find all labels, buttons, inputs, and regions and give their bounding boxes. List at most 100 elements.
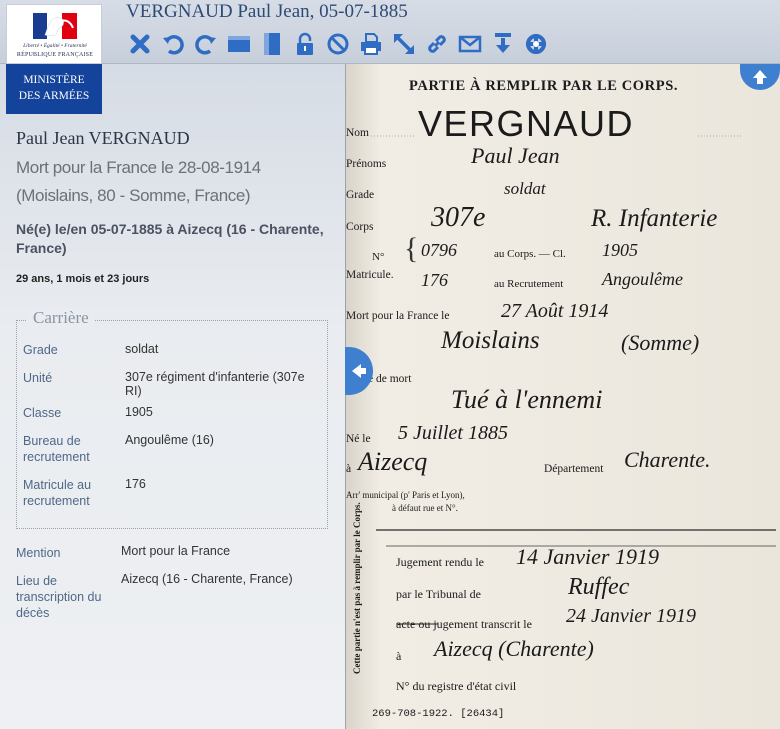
- doc-corps-value: 307e: [430, 202, 485, 233]
- doc-jugement-label: Jugement rendu le: [396, 555, 484, 569]
- doc-classe-value: 1905: [602, 240, 638, 260]
- doc-matricule-label: Matricule.: [346, 269, 394, 281]
- fit-height-icon: [264, 33, 280, 55]
- doc-grade-label: Grade: [346, 189, 374, 201]
- doc-recr-value: Angoulême: [601, 269, 683, 289]
- fullscreen-button[interactable]: [390, 30, 418, 58]
- print-button[interactable]: [357, 30, 385, 58]
- death-info: Mort pour la France le 28-08-1914 (Moisl…: [16, 158, 261, 205]
- lifebuoy-icon: [526, 34, 546, 54]
- career-label-grade: Grade: [23, 343, 58, 357]
- career-value-matricule: 176: [125, 477, 146, 491]
- download-button[interactable]: [489, 30, 517, 58]
- doc-header: PARTIE À REMPLIR PAR LE CORPS.: [409, 77, 678, 94]
- doc-au-corps-label: au Corps. — Cl.: [494, 248, 566, 260]
- rotate-right-button[interactable]: [192, 30, 220, 58]
- doc-genre-label: e de mort: [368, 373, 412, 385]
- republic-motto: Liberté • Égalité • Fraternité: [23, 43, 87, 49]
- doc-no-label: N°: [372, 251, 384, 263]
- doc-au-recr-label: au Recrutement: [494, 278, 563, 290]
- arrow-up-icon: [753, 70, 767, 84]
- doc-mort-value: 27 Août 1914: [501, 300, 608, 322]
- lock-icon: [297, 32, 313, 55]
- help-button[interactable]: [522, 30, 550, 58]
- lock-button[interactable]: [291, 30, 319, 58]
- doc-prenoms-value: Paul Jean: [470, 143, 560, 168]
- ministry-logo[interactable]: MINISTÈRE DES ARMÉES: [6, 64, 102, 114]
- ministry-line-2: DES ARMÉES: [18, 90, 90, 102]
- doc-corps-value-2: R. Infanterie: [590, 205, 717, 232]
- doc-arr-label: Arr' municipal (p' Paris et Lyon),: [346, 490, 465, 500]
- document-viewer[interactable]: PARTIE À REMPLIR PAR LE CORPS. Nom VERGN…: [345, 64, 780, 729]
- mail-button[interactable]: [456, 30, 484, 58]
- career-section: Carrière Grade soldat Unité 307e régimen…: [16, 308, 328, 529]
- mention-label: Mention: [16, 546, 61, 560]
- birth-info: Né(e) le/en 05-07-1885 à Aizecq (16 - Ch…: [16, 221, 324, 256]
- doc-a-value: Aizecq: [356, 447, 427, 476]
- doc-side-note: Cette partie n'est pas à remplir par le …: [352, 502, 362, 674]
- doc-mort-label: Mort pour la France le: [346, 310, 449, 322]
- doc-a-label: à: [346, 463, 351, 475]
- rotate-left-button[interactable]: [159, 30, 187, 58]
- rotate-left-icon: [163, 35, 184, 55]
- rotate-right-icon: [195, 35, 216, 55]
- career-value-grade: soldat: [125, 342, 159, 356]
- fit-height-button[interactable]: [258, 30, 286, 58]
- doc-registre-label: N° du registre d'état civil: [396, 679, 517, 693]
- career-label-bureau: Bureau de recrutement: [23, 434, 90, 464]
- top-bar: VERGNAUD Paul Jean, 05-07-1885: [0, 0, 780, 64]
- doc-transcrit-value: 24 Janvier 1919: [566, 605, 696, 627]
- career-label-class: Classe: [23, 406, 62, 420]
- doc-tribunal-value: Ruffec: [567, 574, 630, 600]
- doc-dept-value: Charente.: [624, 447, 711, 472]
- doc-lieu-value: Moislains: [440, 327, 540, 354]
- career-legend: Carrière: [27, 308, 95, 328]
- doc-dept-label: Département: [544, 463, 604, 475]
- doc-footer: 269-708-1922. [26434]: [372, 708, 504, 720]
- doc-genre-value: Tué à l'ennemi: [451, 385, 602, 414]
- doc-prenoms-label: Prénoms: [346, 158, 387, 170]
- doc-no-corps-value: 0796: [421, 240, 457, 260]
- death-record-image[interactable]: PARTIE À REMPLIR PAR LE CORPS. Nom VERGN…: [346, 64, 780, 729]
- marianne-flag-icon: [33, 13, 77, 39]
- doc-ne-value: 5 Juillet 1885: [398, 422, 508, 444]
- link-icon: [428, 35, 446, 53]
- ministry-line-1: MINISTÈRE: [23, 74, 85, 86]
- career-label-matricule: Matricule au recrutement: [23, 478, 92, 508]
- link-button[interactable]: [423, 30, 451, 58]
- close-button[interactable]: [126, 30, 154, 58]
- doc-tribunal-label: par le Tribunal de: [396, 587, 481, 601]
- mention-value: Mort pour la France: [121, 544, 231, 558]
- republic-logo[interactable]: Liberté • Égalité • Fraternité RÉPUBLIQU…: [6, 4, 102, 64]
- republic-name: RÉPUBLIQUE FRANÇAISE: [16, 52, 94, 58]
- doc-arr-label-2: à défaut rue et N°.: [392, 503, 458, 513]
- age-info: 29 ans, 1 mois et 23 jours: [16, 273, 150, 285]
- doc-lieu-value-2: (Somme): [621, 330, 699, 355]
- career-value-bureau: Angoulême (16): [125, 433, 214, 447]
- person-name: Paul Jean VERGNAUD: [16, 128, 190, 148]
- doc-a2-value: Aizecq (Charente): [432, 636, 594, 661]
- document-title: VERGNAUD Paul Jean, 05-07-1885: [126, 1, 408, 22]
- career-label-unit: Unité: [23, 371, 53, 385]
- doc-nom-value: VERGNAUD: [418, 103, 634, 144]
- doc-ne-label: Né le: [346, 433, 371, 445]
- mail-icon: [458, 35, 482, 53]
- transcription-value: Aizecq (16 - Charente, France): [121, 572, 293, 586]
- career-value-class: 1905: [125, 405, 153, 419]
- block-icon: [327, 33, 349, 55]
- career-value-unit: 307e régiment d'infanterie (307e RI): [125, 370, 305, 398]
- print-icon: [361, 33, 381, 55]
- fullscreen-icon: [393, 33, 415, 55]
- download-icon: [495, 33, 511, 53]
- doc-nom-label: Nom: [346, 127, 369, 139]
- fit-width-button[interactable]: [225, 30, 253, 58]
- block-button[interactable]: [324, 30, 352, 58]
- doc-a2-label: à: [396, 649, 402, 663]
- toolbar: [126, 30, 550, 58]
- doc-no-recr-value: 176: [421, 270, 448, 290]
- doc-corps-label: Corps: [346, 221, 374, 233]
- doc-grade-value: soldat: [504, 179, 547, 198]
- arrow-left-icon: [352, 364, 366, 378]
- close-icon: [130, 34, 150, 54]
- fit-width-icon: [228, 36, 250, 52]
